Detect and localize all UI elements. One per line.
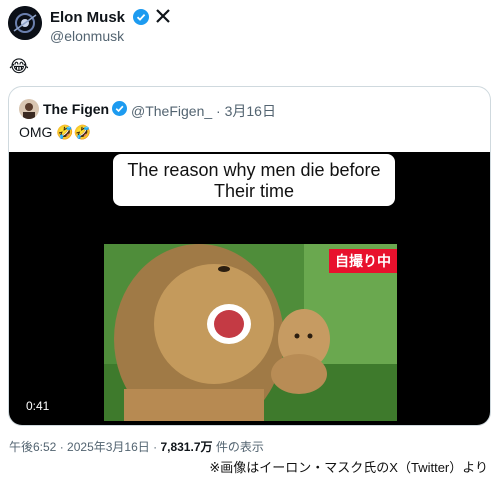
separator-dot: · [216,103,221,119]
tweet-header: Elon Musk @elonmusk [8,6,492,44]
quoted-author-meta: @TheFigen_ · 3月16日 [131,101,276,121]
tweet-meta: 午後6:52 · 2025年3月16日 · 7,831.7万 件の表示 [9,438,264,455]
verified-badge-icon [133,9,149,25]
quoted-text: OMG 🤣🤣 [19,124,92,140]
post-date[interactable]: 2025年3月16日 [67,440,150,454]
caption-line-1: The reason why men die before [127,160,381,180]
quoted-tweet[interactable]: The Figen @TheFigen_ · 3月16日 OMG 🤣🤣 The … [8,86,491,426]
video-frame: 自撮り中 [104,244,397,421]
views-count: 7,831.7万 [160,440,213,454]
video-duration: 0:41 [21,397,55,415]
verified-badge-icon [112,101,127,116]
quoted-author-name[interactable]: The Figen [43,101,109,117]
video-caption: The reason why men die before Their time [113,154,395,206]
author-handle[interactable]: @elonmusk [50,28,124,44]
separator-dot: · [59,440,64,454]
video-stamp: 自撮り中 [329,249,397,273]
image-credit: ※画像はイーロン・マスク氏のX（Twitter）より [209,460,488,475]
views-label: 件の表示 [215,440,264,454]
author-avatar[interactable] [8,6,42,40]
tweet-text: 😂 [9,57,29,76]
quoted-author-avatar[interactable] [19,99,39,119]
quoted-date[interactable]: 3月16日 [225,103,276,119]
author-name[interactable]: Elon Musk [50,9,125,26]
quoted-handle[interactable]: @TheFigen_ [131,103,212,119]
x-logo-icon [156,9,170,23]
separator-dot: · [153,440,158,454]
video-player[interactable]: The reason why men die before Their time [9,152,490,425]
caption-line-2: Their time [213,181,294,201]
post-time[interactable]: 午後6:52 [9,440,56,454]
